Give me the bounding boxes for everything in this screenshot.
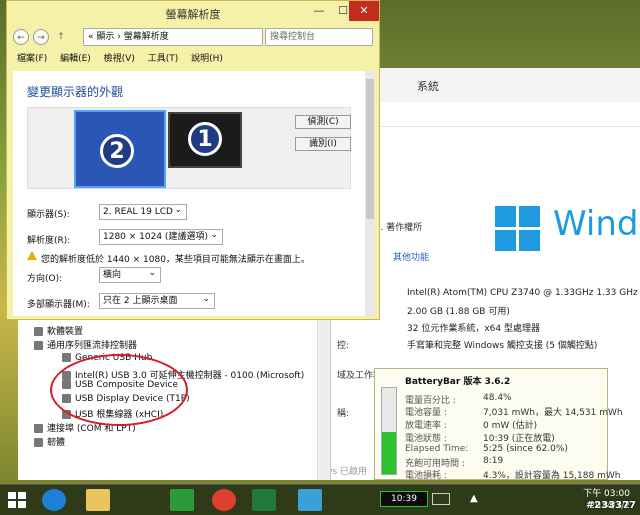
back-arrow-icon[interactable]: ← — [13, 29, 29, 45]
address-row: ← → ↑ « 顯示 › 螢幕解析度 搜尋控制台 — [7, 25, 379, 51]
battery-level-bar — [381, 387, 397, 475]
batterybar-popup: BatteryBar 版本 3.6.2 電量百分比 : 48.4% 電池容量 :… — [374, 368, 623, 481]
excel-icon[interactable] — [252, 489, 276, 511]
up-arrow-icon[interactable]: ↑ — [53, 29, 69, 45]
start-button[interactable] — [6, 489, 28, 511]
bb-key: 電池損耗 : — [405, 471, 447, 481]
usb-icon — [34, 341, 43, 350]
watermark: #233377 — [585, 500, 636, 511]
menu-edit[interactable]: 編輯(E) — [60, 54, 91, 64]
device-icon — [34, 327, 43, 336]
system-title: 系統 — [417, 80, 439, 93]
identify-button[interactable]: 識別(I) — [295, 137, 351, 151]
monitor-2[interactable]: 2 — [74, 110, 166, 188]
detect-button[interactable]: 偵測(C) — [295, 115, 351, 129]
title-bar: 螢幕解析度 — ☐ ✕ — [7, 1, 379, 23]
minimize-button[interactable]: — — [307, 1, 331, 21]
app-icon[interactable] — [298, 489, 322, 511]
page-title: 變更顯示器的外觀 — [27, 85, 124, 99]
battery-badge[interactable]: 10:39 — [380, 491, 428, 507]
display-select[interactable]: 2. REAL 19 LCD — [99, 203, 187, 220]
system-type-value: 32 位元作業系統，x64 型處理器 — [407, 324, 540, 334]
menu-bar: 檔案(F) 編輯(E) 檢視(V) 工具(T) 說明(H) — [7, 51, 379, 67]
taskbar: 10:39 ▲ 下午 03:00 2014/7/2 — [0, 484, 640, 515]
monitor-1[interactable]: 1 — [168, 112, 242, 168]
bb-value: 8:19 — [483, 456, 504, 466]
multi-display-select[interactable]: 只在 2 上顯示桌面 — [99, 292, 215, 309]
bb-value: 0 mW (估計) — [483, 421, 538, 431]
scroll-thumb[interactable] — [366, 79, 374, 219]
orientation-select[interactable]: 橫向 — [99, 266, 161, 283]
bb-key: 電池狀態 : — [405, 434, 447, 444]
resolution-warning: 您的解析度低於 1440 × 1080，某些項目可能無法顯示在畫面上。 — [41, 255, 310, 265]
store-icon[interactable] — [170, 489, 194, 511]
bb-value: 4.3%，設計容量為 15,188 mWh — [483, 471, 621, 481]
internet-explorer-icon[interactable] — [42, 489, 66, 511]
battery-level-fill — [382, 432, 396, 474]
address-bar[interactable]: « 顯示 › 螢幕解析度 — [83, 28, 263, 46]
tree-row[interactable]: 軟體裝置 — [34, 324, 83, 337]
ram-value: 2.00 GB (1.88 GB 可用) — [407, 307, 510, 317]
windows-logo-text: Windo — [553, 204, 640, 244]
multi-display-label: 多部顯示器(M): — [27, 300, 90, 310]
pen-value: 手寫筆和完整 Windows 觸控支援 (5 個觸控點) — [407, 341, 598, 351]
forward-arrow-icon[interactable]: → — [33, 29, 49, 45]
clock-time: 下午 03:00 — [583, 489, 630, 499]
firmware-icon — [34, 438, 43, 447]
close-button[interactable]: ✕ — [349, 1, 379, 21]
bb-key: 電池容量 : — [405, 408, 447, 418]
cpu-value: Intel(R) Atom(TM) CPU Z3740 @ 1.33GHz 1.… — [407, 288, 638, 298]
bb-value: 5:25 (since 62.0%) — [483, 444, 568, 454]
content-scrollbar[interactable] — [365, 71, 375, 316]
windows-logo-icon — [495, 206, 541, 252]
chrome-icon[interactable] — [212, 489, 236, 511]
display-settings-window: 螢幕解析度 — ☐ ✕ ← → ↑ « 顯示 › 螢幕解析度 搜尋控制台 檔案(… — [6, 0, 380, 320]
menu-tools[interactable]: 工具(T) — [148, 54, 179, 64]
tray-arrow-icon[interactable]: ▲ — [470, 493, 478, 504]
windows-start-icon — [8, 492, 26, 508]
tree-row[interactable]: 韌體 — [34, 435, 65, 448]
menu-view[interactable]: 檢視(V) — [104, 54, 135, 64]
bb-value: 48.4% — [483, 393, 512, 403]
menu-file[interactable]: 檔案(F) — [17, 54, 47, 64]
search-input[interactable]: 搜尋控制台 — [265, 28, 373, 46]
more-features-link[interactable]: 其他功能 — [393, 250, 429, 263]
monitor-number: 1 — [188, 122, 222, 156]
highlight-ring-usb — [50, 354, 188, 426]
computer-name-label: 稱: — [337, 409, 350, 419]
orientation-label: 方向(O): — [27, 274, 63, 284]
resolution-label: 解析度(R): — [27, 236, 71, 246]
usb-icon — [62, 353, 71, 362]
batterybar-title: BatteryBar 版本 3.6.2 — [405, 377, 511, 387]
bb-value: 10:39 (正在放電) — [483, 434, 555, 444]
bb-key: Elapsed Time: — [405, 444, 469, 454]
tree-scrollbar[interactable] — [317, 318, 330, 480]
resolution-select[interactable]: 1280 × 1024 (建議選項) — [99, 228, 223, 245]
pen-label: 控: — [337, 341, 350, 351]
port-icon — [34, 424, 43, 433]
monitor-number: 2 — [100, 134, 134, 168]
display-label: 顯示器(S): — [27, 210, 70, 220]
content-panel: 變更顯示器的外觀 2 1 偵測(C) 識別(I) 顯示器(S): 2. REAL… — [13, 71, 373, 316]
file-explorer-icon[interactable] — [86, 489, 110, 511]
bb-value: 7,031 mWh，最大 14,531 mWh — [483, 408, 623, 418]
menu-help[interactable]: 說明(H) — [191, 54, 223, 64]
tree-row[interactable]: 通用序列匯流排控制器 — [34, 338, 137, 351]
bb-key: 放電速率 : — [405, 421, 447, 431]
warning-icon — [27, 251, 37, 260]
keyboard-icon[interactable] — [432, 493, 450, 505]
